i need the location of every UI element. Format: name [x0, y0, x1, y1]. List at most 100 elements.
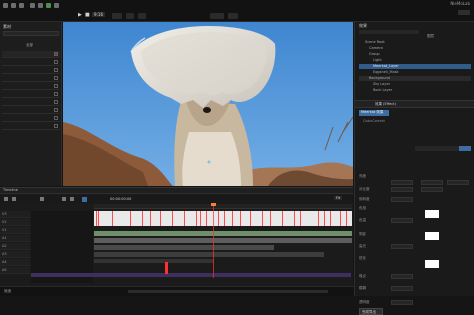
- help-icon[interactable]: [54, 3, 59, 8]
- keyframe-marker[interactable]: [346, 211, 347, 226]
- view-icon[interactable]: [19, 3, 24, 8]
- toolbar-tab-5[interactable]: [228, 13, 238, 19]
- list-item[interactable]: [2, 83, 60, 90]
- keyframe-marker[interactable]: [172, 211, 173, 226]
- color-swatch[interactable]: [54, 108, 58, 112]
- property-field[interactable]: [421, 180, 443, 185]
- track-header[interactable]: A5: [0, 267, 30, 274]
- keyframe-marker[interactable]: [282, 211, 283, 226]
- keyframe-marker[interactable]: [270, 211, 271, 226]
- track-header[interactable]: V3: [0, 211, 30, 218]
- toolbar-tab-2[interactable]: [126, 13, 134, 19]
- keyframe-marker[interactable]: [218, 211, 219, 226]
- tree-item[interactable]: Light: [359, 58, 471, 63]
- property-tab-active[interactable]: [459, 146, 471, 151]
- zoom-select[interactable]: Fit: [334, 196, 343, 200]
- media-panel-search[interactable]: [3, 31, 59, 36]
- track-header[interactable]: V1: [0, 227, 30, 234]
- property-field[interactable]: [447, 180, 469, 185]
- keyframe-marker[interactable]: [324, 211, 325, 226]
- keyframe-marker[interactable]: [330, 211, 331, 226]
- keyframe-marker[interactable]: [262, 211, 263, 226]
- list-item[interactable]: [2, 115, 60, 122]
- file-icon[interactable]: [3, 3, 8, 8]
- snap-tool-icon[interactable]: [40, 197, 44, 201]
- property-field[interactable]: [421, 187, 443, 192]
- keyframe-marker[interactable]: [250, 211, 251, 226]
- inspector-search[interactable]: [359, 30, 419, 34]
- list-item[interactable]: [2, 59, 60, 66]
- color-swatch[interactable]: [54, 92, 58, 96]
- keyframe-marker[interactable]: [112, 211, 113, 226]
- magnet-tool-icon[interactable]: [62, 197, 66, 201]
- color-swatch[interactable]: [54, 124, 58, 128]
- tree-item[interactable]: Background: [359, 76, 471, 81]
- tree-item[interactable]: Scene Root: [359, 40, 471, 45]
- color-preview[interactable]: [425, 210, 439, 218]
- keyframe-marker[interactable]: [96, 211, 97, 226]
- track-header[interactable]: A2: [0, 243, 30, 250]
- list-item[interactable]: [2, 99, 60, 106]
- color-swatch[interactable]: [54, 100, 58, 104]
- color-preview[interactable]: [425, 260, 439, 268]
- color-swatch[interactable]: [54, 60, 58, 64]
- audio-clip-3[interactable]: [94, 252, 324, 257]
- tree-item[interactable]: Rock Layer: [359, 88, 471, 93]
- keyframe-marker[interactable]: [318, 211, 319, 226]
- property-tabs[interactable]: [415, 146, 471, 151]
- tree-item-selected[interactable]: Meerkat_Layer: [359, 64, 471, 69]
- toolbar-tab-3[interactable]: [138, 13, 146, 19]
- color-swatch[interactable]: [54, 68, 58, 72]
- settings-icon[interactable]: [46, 3, 51, 8]
- property-field[interactable]: [391, 244, 413, 249]
- cut-tool-icon[interactable]: [12, 197, 16, 201]
- list-item[interactable]: [2, 51, 60, 58]
- select-tool-icon[interactable]: [4, 197, 8, 201]
- list-item[interactable]: [2, 107, 60, 114]
- keyframe-marker[interactable]: [240, 211, 241, 226]
- media-filter-label[interactable]: 全部: [26, 43, 33, 48]
- keyframe-marker[interactable]: [224, 211, 225, 226]
- link-tool-icon[interactable]: [70, 197, 74, 201]
- color-swatch[interactable]: [54, 116, 58, 120]
- keyframe-marker[interactable]: [294, 211, 295, 226]
- clip-icon[interactable]: [30, 3, 35, 8]
- property-field[interactable]: [391, 286, 413, 291]
- video-clip-main[interactable]: [94, 211, 352, 226]
- tree-item[interactable]: Camera: [359, 46, 471, 51]
- audio-clip-2[interactable]: [94, 245, 274, 250]
- toolbar-tab-4[interactable]: [210, 13, 224, 19]
- property-field[interactable]: [391, 274, 413, 279]
- keyframe-marker[interactable]: [142, 211, 143, 226]
- color-swatch[interactable]: [54, 84, 58, 88]
- list-item[interactable]: [2, 67, 60, 74]
- playhead-line[interactable]: [213, 206, 214, 278]
- toolbar-tab-1[interactable]: [112, 13, 122, 19]
- tree-item[interactable]: Sky Layer: [359, 82, 471, 87]
- keyframe-marker[interactable]: [340, 211, 341, 226]
- effect-item-selected[interactable]: Meerkat 效果: [359, 110, 389, 116]
- video-clip-secondary[interactable]: [94, 231, 352, 236]
- track-header[interactable]: A3: [0, 251, 30, 258]
- keyframe-marker[interactable]: [130, 211, 131, 226]
- inspector-tab[interactable]: 图层: [427, 34, 434, 39]
- keyframe-marker[interactable]: [196, 211, 197, 226]
- audio-clip-1[interactable]: [94, 238, 352, 243]
- property-field[interactable]: [391, 218, 413, 223]
- color-swatch[interactable]: [54, 76, 58, 80]
- tree-item[interactable]: Eggshell_Mask: [359, 70, 471, 75]
- color-preview[interactable]: [425, 232, 439, 240]
- keyframe-marker[interactable]: [206, 211, 207, 226]
- window-controls[interactable]: [458, 10, 470, 15]
- adjustment-clip[interactable]: [31, 273, 351, 277]
- track-header[interactable]: A1: [0, 235, 30, 242]
- property-field[interactable]: [391, 197, 413, 202]
- property-field[interactable]: [391, 300, 413, 305]
- property-field[interactable]: [391, 180, 413, 185]
- audio-clip-4[interactable]: [94, 259, 214, 263]
- mode-select[interactable]: 9:16: [92, 12, 105, 17]
- property-field[interactable]: [391, 187, 413, 192]
- tree-item[interactable]: Group: [359, 52, 471, 57]
- timeline-ruler[interactable]: [94, 204, 352, 209]
- keyframe-marker[interactable]: [184, 211, 185, 226]
